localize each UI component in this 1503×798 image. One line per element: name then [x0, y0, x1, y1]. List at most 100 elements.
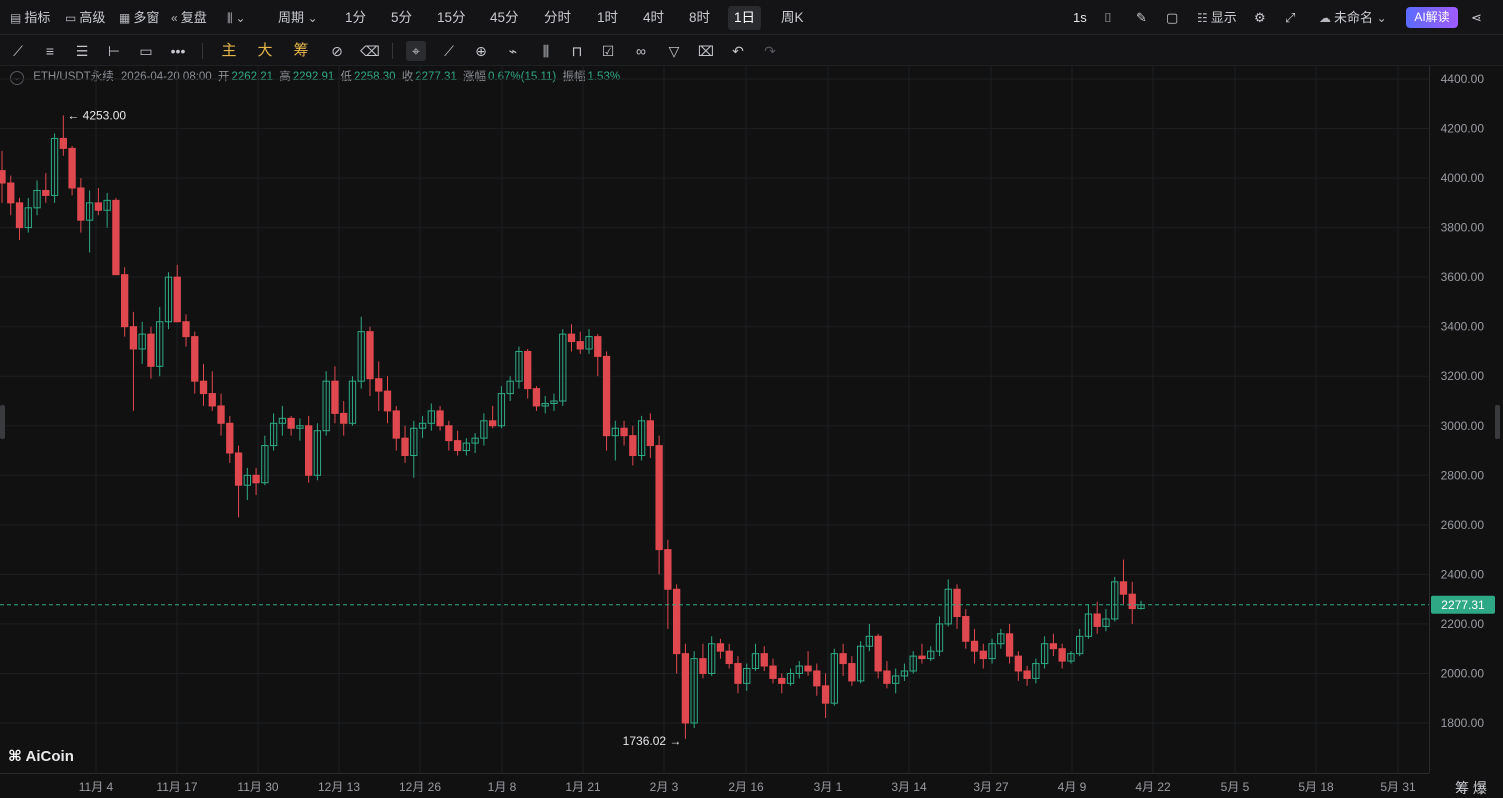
x-tick-label: 2月 16	[728, 780, 764, 794]
x-tick-label: 4月 22	[1135, 780, 1171, 794]
x-tick-label: 5月 5	[1221, 780, 1250, 794]
candle-body	[804, 665, 812, 672]
candle-body	[1005, 633, 1014, 657]
candle-body	[821, 685, 830, 704]
candle-body	[15, 202, 24, 229]
x-tick-label: 11月 30	[237, 780, 278, 794]
y-tick-label: 3200.00	[1441, 369, 1485, 383]
candle-body	[304, 425, 313, 476]
candle-body	[445, 425, 453, 442]
x-tick-label: 11月 17	[156, 780, 197, 794]
candle-body	[646, 420, 655, 447]
y-tick-label: 2800.00	[1441, 468, 1485, 482]
candle-body	[287, 417, 295, 429]
candle-body	[1093, 613, 1101, 627]
overlay-layer: 2277.31 ← 4253.00 1736.02 →	[0, 108, 1495, 748]
min-price-label: 1736.02 →	[623, 734, 682, 748]
candle-body	[42, 189, 50, 196]
corner-tools[interactable]: 筹 爆	[1455, 778, 1487, 798]
y-tick-label: 2000.00	[1441, 666, 1485, 680]
candle-body	[1014, 655, 1022, 672]
candle-body	[0, 170, 6, 184]
candle-body	[760, 653, 768, 667]
candle-body	[366, 331, 374, 380]
candle-body	[7, 182, 15, 204]
candlestick-chart[interactable]: 4400.00 4200.00 4000.00 3800.00 3600.00 3400.…	[0, 0, 1503, 797]
candle-body	[129, 326, 138, 350]
candle-body	[1058, 648, 1066, 662]
candle-body	[602, 355, 611, 437]
candle-body	[453, 440, 462, 452]
candle-body	[199, 380, 208, 395]
candle-body	[874, 635, 882, 672]
candle-body	[1023, 670, 1031, 679]
x-tick-label: 5月 31	[1380, 780, 1416, 794]
candles-layer	[0, 115, 1145, 739]
candle-body	[681, 653, 690, 724]
max-price-label: ← 4253.00	[67, 108, 126, 122]
x-tick-label: 3月 27	[973, 780, 1009, 794]
candle-body	[191, 336, 199, 382]
candle-body	[94, 202, 103, 211]
x-tick-label: 5月 18	[1298, 780, 1334, 794]
candle-body	[77, 187, 85, 221]
candle-body	[436, 410, 444, 427]
candle-body	[226, 422, 234, 454]
candle-body	[953, 588, 961, 617]
y-tick-label: 2400.00	[1441, 567, 1485, 581]
candle-body	[532, 388, 541, 407]
candle-body	[655, 445, 663, 551]
x-tick-label: 11月 4	[79, 780, 114, 794]
candle-body	[979, 650, 987, 660]
candle-body	[883, 670, 891, 684]
candle-body	[112, 199, 120, 276]
candle-body	[594, 336, 602, 357]
last-price-label: 2277.31	[1441, 598, 1485, 612]
x-tick-label: 12月 13	[318, 780, 360, 794]
candle-body	[173, 276, 181, 323]
y-tick-label: 1800.00	[1441, 716, 1485, 730]
candle-body	[567, 333, 576, 343]
candle-body	[234, 452, 243, 486]
right-panel-handle[interactable]	[1495, 405, 1500, 439]
candle-body	[1128, 593, 1136, 610]
candle-body	[778, 677, 786, 684]
candle-body	[383, 390, 392, 412]
candle-body	[524, 350, 532, 390]
aicoin-logo: ⌘ AiCoin	[8, 748, 74, 765]
candle-body	[121, 274, 129, 328]
candle-body	[375, 378, 383, 392]
y-tick-label: 3600.00	[1441, 270, 1485, 284]
candle-body	[217, 405, 225, 424]
candle-body	[848, 663, 856, 682]
candle-body	[716, 643, 725, 652]
logo-icon: ⌘	[8, 748, 26, 765]
candle-body	[629, 435, 637, 456]
candle-body	[839, 653, 847, 665]
candle-body	[252, 474, 260, 484]
y-tick-label: 2600.00	[1441, 518, 1485, 532]
candle-body	[576, 341, 584, 350]
candle-body	[1049, 643, 1058, 650]
candle-body	[488, 420, 497, 427]
candle-body	[769, 665, 777, 679]
x-tick-label: 12月 26	[399, 780, 441, 794]
x-tick-label: 3月 14	[891, 780, 927, 794]
y-tick-label: 3000.00	[1441, 419, 1485, 433]
candle-body	[331, 380, 339, 414]
y-tick-label: 3400.00	[1441, 320, 1485, 334]
left-panel-handle[interactable]	[0, 405, 5, 439]
candle-body	[68, 147, 76, 189]
candle-body	[672, 588, 681, 655]
candle-body	[664, 549, 672, 590]
candle-body	[725, 650, 733, 665]
candle-body	[699, 658, 707, 674]
y-tick-label: 2200.00	[1441, 617, 1485, 631]
y-tick-label: 3800.00	[1441, 221, 1485, 235]
y-tick-label: 4400.00	[1441, 72, 1485, 86]
y-tick-label: 4200.00	[1441, 122, 1485, 136]
y-tick-label: 4000.00	[1441, 171, 1485, 185]
candle-body	[59, 137, 67, 149]
candle-body	[392, 410, 400, 439]
x-axis-border	[0, 773, 1429, 774]
